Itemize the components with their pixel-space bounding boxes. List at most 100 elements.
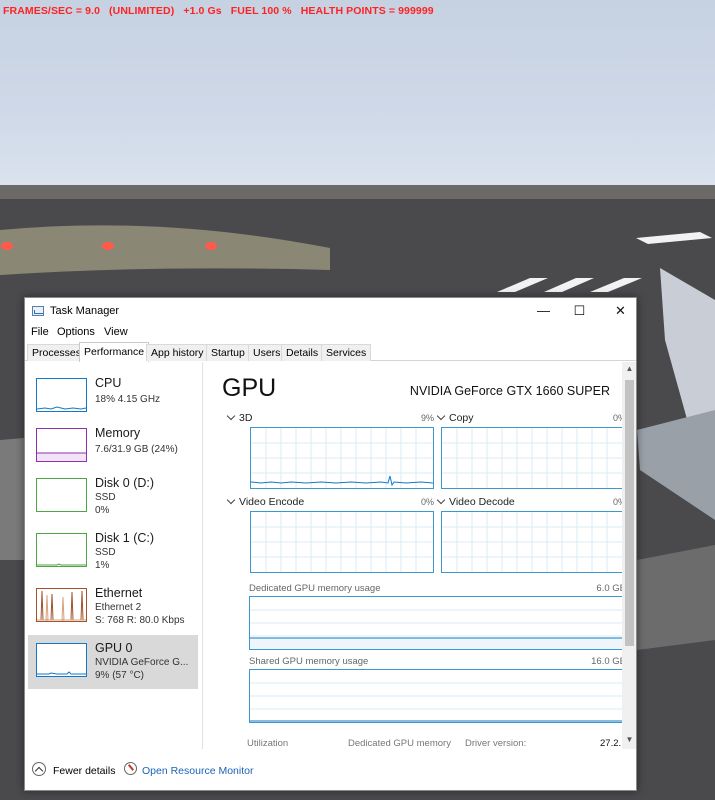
window-title: Task Manager	[50, 305, 120, 317]
disk-1-thumbnail-graph	[36, 533, 87, 567]
resource-name: Memory	[95, 426, 141, 440]
resource-disk-1[interactable]: Disk 1 (C:) SSD 1%	[28, 525, 198, 579]
gpu-title: GPU	[222, 374, 277, 402]
engine-label: Video Decode	[449, 496, 515, 508]
shared-memory-graph	[249, 669, 622, 723]
bottom-bar: Fewer details Open Resource Monitor	[25, 753, 636, 790]
tab-strip: Processes Performance App history Startu…	[25, 342, 636, 362]
gpu-thumbnail-graph	[36, 643, 87, 677]
resource-name: Ethernet	[95, 586, 143, 600]
resource-usage: S: 768 R: 80.0 Kbps	[95, 615, 185, 626]
runway-marking	[497, 278, 548, 292]
3d-usage-graph	[250, 427, 434, 489]
menu-view[interactable]: View	[104, 326, 128, 338]
resource-memory[interactable]: Memory 7.6/31.9 GB (24%)	[28, 420, 198, 474]
runway-marking	[636, 232, 712, 244]
runway-marking	[0, 438, 24, 560]
cpu-thumbnail-graph	[36, 378, 87, 412]
resource-name: Disk 1 (C:)	[95, 531, 155, 545]
video-decode-usage-graph	[441, 511, 622, 573]
dedicated-memory-label: Dedicated GPU memory usage	[249, 583, 381, 594]
driver-version-label: Driver version:	[465, 738, 527, 749]
video-encode-usage-graph	[250, 511, 434, 573]
scroll-up-arrow-icon[interactable]: ▲	[622, 364, 636, 376]
horizon-band	[0, 185, 715, 199]
fewer-details-button[interactable]: Fewer details	[53, 765, 115, 777]
tab-processes[interactable]: Processes	[27, 344, 87, 361]
resource-disk-0[interactable]: Disk 0 (D:) SSD 0%	[28, 470, 198, 524]
menu-options[interactable]: Options	[57, 326, 95, 338]
tab-startup[interactable]: Startup	[206, 344, 250, 361]
chevron-down-icon	[436, 411, 446, 421]
maximize-button[interactable]: ☐	[557, 298, 602, 324]
engine-video-decode-selector[interactable]: Video Decode	[436, 495, 515, 508]
runway-light	[205, 242, 217, 250]
ethernet-thumbnail-graph	[36, 588, 87, 622]
copy-usage-graph	[441, 427, 622, 489]
runway-light	[1, 242, 13, 250]
shared-memory-label: Shared GPU memory usage	[249, 656, 369, 667]
resource-detail: 7.6/31.9 GB (24%)	[95, 444, 178, 455]
engine-label: Copy	[449, 412, 474, 424]
dedicated-memory-stat-label: Dedicated GPU memory	[348, 738, 451, 749]
task-manager-window: Task Manager — ☐ ✕ File Options View Pro…	[24, 297, 637, 791]
resource-name: GPU 0	[95, 641, 133, 655]
resource-cpu[interactable]: CPU 18% 4.15 GHz	[28, 370, 198, 424]
grass-patch	[0, 225, 330, 275]
flight-sim-hud: FRAMES/SEC = 9.0 (UNLIMITED) +1.0 Gs FUE…	[3, 5, 434, 17]
tab-performance[interactable]: Performance	[79, 342, 150, 362]
resource-detail: Ethernet 2	[95, 602, 142, 613]
runway-light	[102, 242, 114, 250]
chevron-down-icon	[226, 495, 236, 505]
tab-details[interactable]: Details	[281, 344, 324, 361]
close-button[interactable]: ✕	[598, 298, 636, 324]
menu-bar: File Options View	[25, 324, 636, 342]
engine-video-encode-selector[interactable]: Video Encode	[226, 495, 305, 508]
dedicated-memory-max: 6.0 GB	[596, 583, 622, 594]
tab-services[interactable]: Services	[321, 344, 372, 361]
vertical-scrollbar[interactable]: ▲ ▼	[622, 362, 636, 749]
gpu-detail-pane: GPU NVIDIA GeForce GTX 1660 SUPER 3D 9% …	[204, 362, 622, 749]
shared-memory-max: 16.0 GB	[591, 656, 622, 667]
title-bar[interactable]: Task Manager — ☐ ✕	[25, 298, 636, 324]
menu-file[interactable]: File	[31, 326, 49, 338]
aircraft-wing	[637, 410, 715, 520]
engine-label: Video Encode	[239, 496, 305, 508]
resource-detail: 18% 4.15 GHz	[95, 394, 161, 405]
engine-percent: 0%	[612, 497, 622, 507]
scroll-thumb[interactable]	[625, 380, 634, 646]
tab-users[interactable]: Users	[248, 344, 286, 361]
runway-marking	[544, 278, 594, 292]
resource-gpu-0[interactable]: GPU 0 NVIDIA GeForce G... 9% (57 °C)	[28, 635, 198, 689]
dedicated-memory-graph	[249, 596, 622, 650]
chevron-down-icon	[436, 495, 446, 505]
memory-thumbnail-graph	[36, 428, 87, 462]
chevron-down-icon	[226, 411, 236, 421]
resource-usage: 9% (57 °C)	[95, 670, 145, 681]
runway-marking	[637, 545, 715, 650]
resource-monitor-icon[interactable]	[124, 762, 137, 775]
disk-0-thumbnail-graph	[36, 478, 87, 512]
engine-percent: 0%	[420, 497, 434, 507]
task-manager-app-icon	[32, 306, 44, 316]
engine-3d-selector[interactable]: 3D	[226, 411, 253, 424]
gpu-model-name: NVIDIA GeForce GTX 1660 SUPER	[409, 384, 610, 398]
engine-percent: 0%	[612, 413, 622, 423]
engine-percent: 9%	[420, 413, 434, 423]
resource-usage: 1%	[95, 560, 110, 571]
tab-app-history[interactable]: App history	[146, 344, 209, 361]
engine-label: 3D	[239, 412, 253, 424]
resource-name: CPU	[95, 376, 122, 390]
resource-list: CPU 18% 4.15 GHz Memory 7.6/31.9 GB (24%…	[25, 362, 203, 749]
resource-detail: SSD	[95, 492, 116, 503]
runway-marking	[590, 278, 642, 292]
scroll-down-arrow-icon[interactable]: ▼	[622, 735, 636, 747]
resource-ethernet[interactable]: Ethernet Ethernet 2 S: 768 R: 80.0 Kbps	[28, 580, 198, 634]
resource-name: Disk 0 (D:)	[95, 476, 155, 490]
chevron-up-circle-icon[interactable]	[32, 762, 46, 776]
open-resource-monitor-link[interactable]: Open Resource Monitor	[142, 765, 253, 777]
engine-copy-selector[interactable]: Copy	[436, 411, 474, 424]
driver-version-value: 27.2...	[600, 738, 622, 749]
resource-usage: 0%	[95, 505, 110, 516]
utilization-label: Utilization	[247, 738, 289, 749]
